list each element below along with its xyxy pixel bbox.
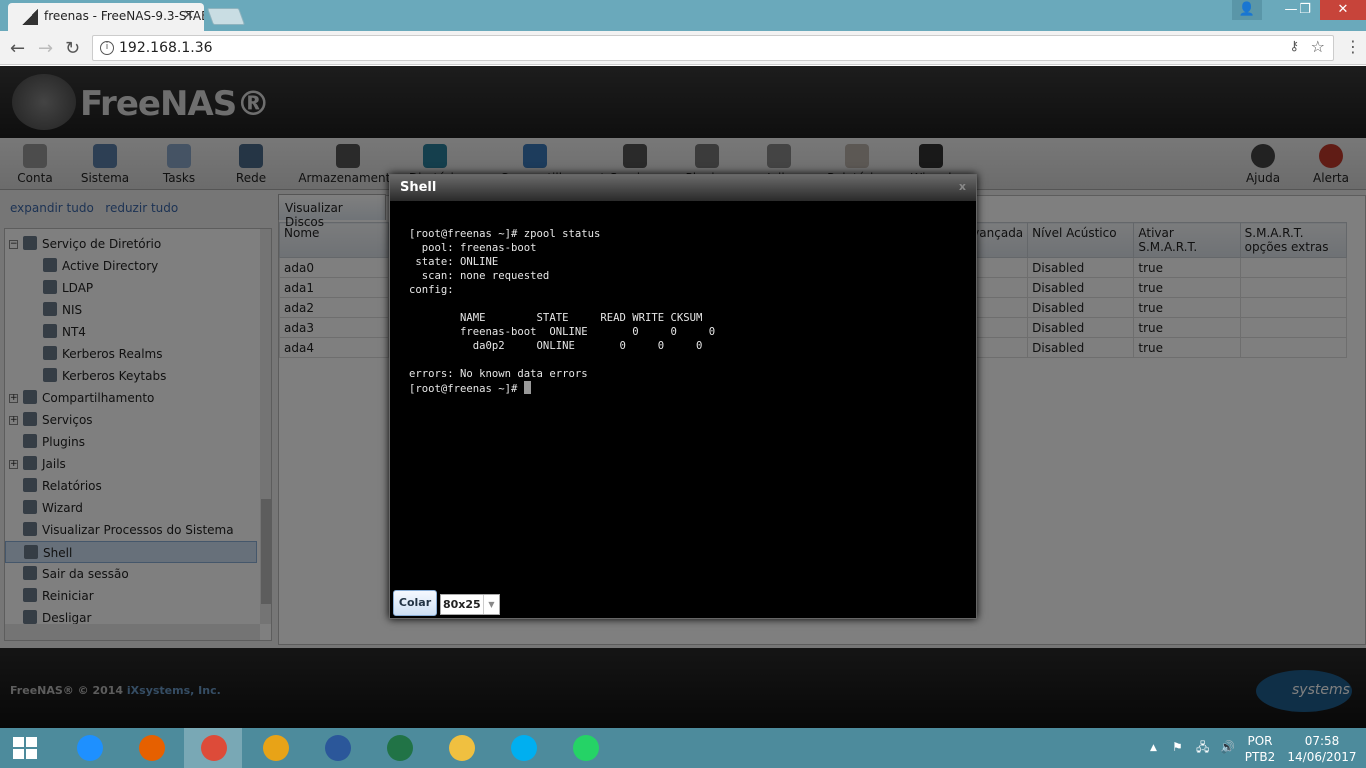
word-icon [325,735,351,761]
bookmark-star-icon[interactable]: ☆ [1311,37,1325,56]
maximize-button[interactable]: ❐ [1290,0,1320,20]
address-bar[interactable]: i 192.168.1.36 ⚷ ☆ [92,35,1334,61]
action-center-flag-icon[interactable]: ⚑ [1172,739,1183,755]
browser-tab[interactable]: freenas - FreeNAS-9.3-STABLE✕ [8,3,204,31]
taskbar-chrome[interactable] [184,728,242,768]
show-hidden-icons[interactable]: ▲ [1150,740,1157,756]
outlook-icon [263,735,289,761]
close-tab-icon[interactable]: ✕ [183,8,194,23]
taskbar-internet-explorer[interactable] [60,728,118,768]
info-icon[interactable]: i [100,41,114,55]
volume-icon[interactable]: 🔊 [1220,739,1235,755]
skype-icon [511,735,537,761]
reload-icon[interactable]: ↻ [65,38,80,59]
shell-dialog-title: Shell x [390,175,976,201]
forward-icon[interactable]: → [38,38,53,59]
terminal-line: freenas-boot ONLINE 0 0 0 [409,326,716,338]
chrome-icon [201,735,227,761]
browser-tab-strip: freenas - FreeNAS-9.3-STABLE✕ 👤 — ❐ ✕ [0,0,1366,31]
key-icon[interactable]: ⚷ [1289,39,1299,54]
paste-button[interactable]: Colar [393,590,437,616]
terminal[interactable]: [root@freenas ~]# zpool status pool: fre… [409,227,715,396]
terminal-line: NAME STATE READ WRITE CKSUM [409,312,703,324]
taskbar-file-explorer[interactable] [432,728,490,768]
taskbar-whatsapp[interactable] [556,728,614,768]
terminal-size-select[interactable]: 80x25 ▼ [440,594,500,615]
terminal-line: state: ONLINE [409,256,499,268]
windows-taskbar: ▲ ⚑ 🖧 🔊 POR PTB2 07:58 14/06/2017 [0,728,1366,768]
taskbar-outlook[interactable] [246,728,304,768]
excel-icon [387,735,413,761]
close-icon[interactable]: x [959,180,966,193]
terminal-cursor [523,381,531,394]
terminal-line: config: [409,284,454,296]
taskbar-word[interactable] [308,728,366,768]
back-icon[interactable]: ← [10,38,25,59]
taskbar-excel[interactable] [370,728,428,768]
chevron-down-icon[interactable]: ▼ [483,595,499,614]
freenas-favicon [22,9,38,25]
address-toolbar: ← → ↻ i 192.168.1.36 ⚷ ☆ ⋮ [0,31,1366,65]
internet-explorer-icon [77,735,103,761]
terminal-line: errors: No known data errors [409,368,588,380]
terminal-line: scan: none requested [409,270,550,282]
terminal-line: pool: freenas-boot [409,242,537,254]
windows-icon [13,737,37,759]
terminal-prompt: [root@freenas ~]# [409,383,524,395]
taskbar-firefox[interactable] [122,728,180,768]
user-icon[interactable]: 👤 [1232,0,1262,20]
file-explorer-icon [449,735,475,761]
menu-icon[interactable]: ⋮ [1345,37,1361,56]
terminal-line: [root@freenas ~]# zpool status [409,228,601,240]
start-button[interactable] [0,728,50,768]
firefox-icon [139,735,165,761]
url-text: 192.168.1.36 [119,40,213,56]
whatsapp-icon [573,735,599,761]
clock[interactable]: 07:58 14/06/2017 [1284,733,1360,765]
shell-dialog: Shell x [root@freenas ~]# zpool status po… [389,174,977,619]
tab-title: freenas - FreeNAS-9.3-STABLE [44,9,204,23]
language-indicator[interactable]: POR PTB2 [1244,733,1276,765]
new-tab-button[interactable] [206,8,246,25]
close-window-button[interactable]: ✕ [1320,0,1366,20]
taskbar-skype[interactable] [494,728,552,768]
network-icon[interactable]: 🖧 [1196,739,1209,755]
terminal-line: da0p2 ONLINE 0 0 0 [409,340,703,352]
